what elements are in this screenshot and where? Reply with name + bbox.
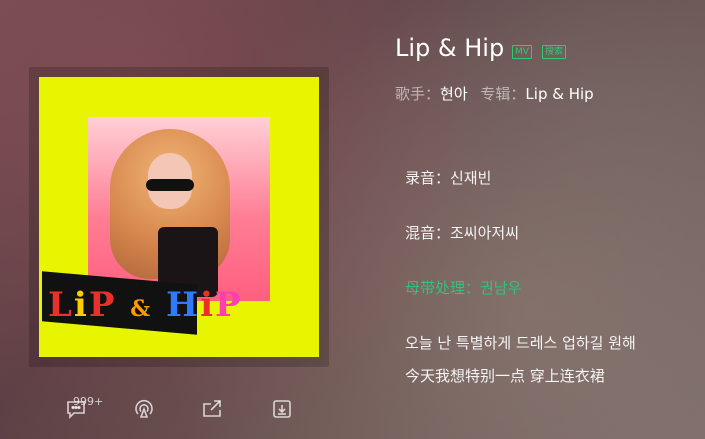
album-label: 专辑： (480, 85, 526, 103)
song-meta: 歌手：현아 专辑：Lip & Hip (395, 83, 594, 104)
cover-photo (88, 117, 270, 301)
lyric-line: 录音：신재빈 (405, 169, 492, 187)
singer-label: 歌手： (395, 85, 441, 103)
download-button[interactable] (268, 395, 296, 423)
lyric-line: 今天我想特别一点 穿上连衣裙 (405, 367, 605, 385)
comment-count-badge: 999+ (73, 395, 104, 408)
mv-tag[interactable]: MV (512, 45, 532, 59)
song-title: Lip & Hip (395, 34, 505, 62)
broadcast-icon (135, 399, 153, 418)
lyric-line-current: 母带处理：권남우 (405, 279, 522, 297)
search-tag[interactable]: 搜索 (542, 45, 567, 59)
broadcast-button[interactable] (130, 395, 158, 423)
share-button[interactable] (198, 395, 226, 423)
album-link[interactable]: Lip & Hip (525, 85, 593, 103)
lyric-line: 混音：조씨아저씨 (405, 224, 520, 242)
singer-link[interactable]: 현아 (440, 85, 468, 103)
cover-logo: LiP & HiP (48, 285, 243, 325)
album-cover: LiP & HiP (39, 77, 319, 357)
download-icon (273, 400, 291, 418)
lyric-line: 오늘 난 특별하게 드레스 업하길 원해 (405, 334, 636, 352)
share-icon (203, 400, 221, 417)
